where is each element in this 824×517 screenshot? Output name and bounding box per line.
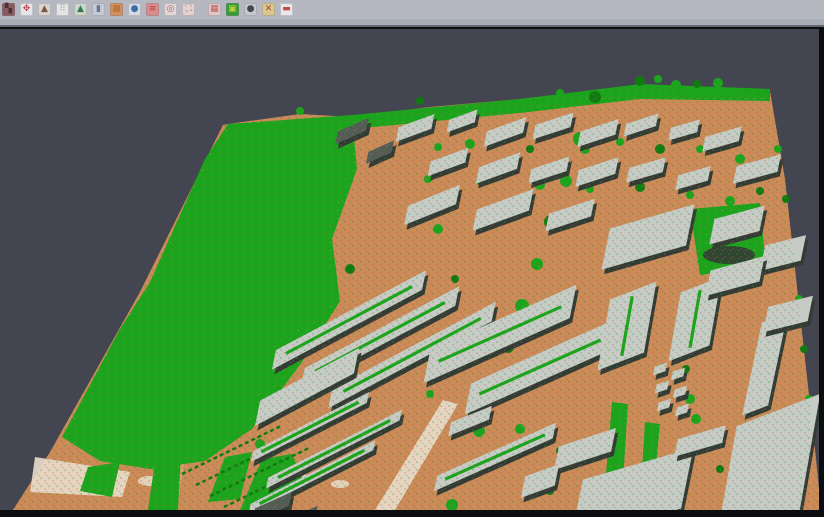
terrain-icon[interactable]: ▲ xyxy=(74,3,87,16)
point-cloud-scene xyxy=(0,29,819,510)
sphere-icon[interactable]: ● xyxy=(244,3,257,16)
stamp-icon[interactable]: ▚ xyxy=(2,3,15,16)
3d-viewport[interactable] xyxy=(0,29,819,510)
points-icon[interactable]: ⠿ xyxy=(56,3,69,16)
toolbar-divider xyxy=(0,19,824,27)
checker-icon[interactable]: ▦ xyxy=(208,3,221,16)
delete-cross-icon[interactable]: ✕ xyxy=(262,3,275,16)
orange-square-icon[interactable]: ■ xyxy=(110,3,123,16)
main-toolbar: ▚ ✥ ▲ ⠿ ▲ ▮ ■ ● ≡ ◎ ⛶ ▦ ▣ ● ✕ ▬ xyxy=(0,0,824,19)
crop-brackets-icon[interactable]: ⛶ xyxy=(182,3,195,16)
mountain-icon[interactable]: ▲ xyxy=(38,3,51,16)
globe-icon[interactable]: ● xyxy=(128,3,141,16)
red-band-icon[interactable]: ▬ xyxy=(280,3,293,16)
speckle-overlay xyxy=(0,29,819,510)
target-icon[interactable]: ◎ xyxy=(164,3,177,16)
application-window: ▚ ✥ ▲ ⠿ ▲ ▮ ■ ● ≡ ◎ ⛶ ▦ ▣ ● ✕ ▬ xyxy=(0,0,824,517)
pan-arrows-icon[interactable]: ✥ xyxy=(20,3,33,16)
red-list-icon[interactable]: ≡ xyxy=(146,3,159,16)
ruler-icon[interactable]: ▮ xyxy=(92,3,105,16)
image-icon[interactable]: ▣ xyxy=(226,3,239,16)
